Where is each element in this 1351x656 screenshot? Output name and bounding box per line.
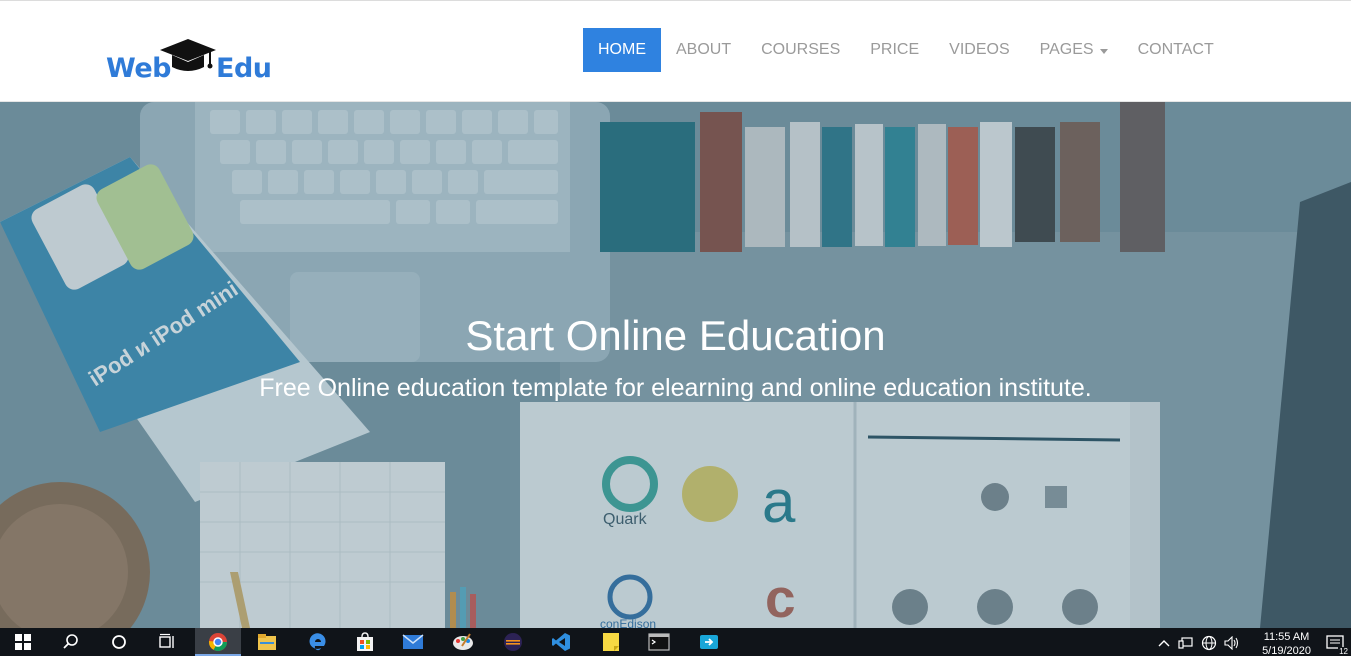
nav-pages-dropdown[interactable]: PAGES xyxy=(1025,28,1123,72)
nav-contact[interactable]: CONTACT xyxy=(1123,28,1229,72)
mail-icon[interactable] xyxy=(390,628,436,656)
globe-network-icon[interactable] xyxy=(1200,634,1218,652)
nav-courses[interactable]: COURSES xyxy=(746,28,855,72)
clock-time: 11:55 AM xyxy=(1263,631,1310,643)
chevron-down-icon xyxy=(1099,48,1108,54)
task-view-icon[interactable] xyxy=(144,628,190,656)
hero-title: Start Online Education xyxy=(465,312,886,359)
chevron-up-icon[interactable] xyxy=(1155,634,1173,652)
search-icon[interactable] xyxy=(48,628,94,656)
nav-price[interactable]: PRICE xyxy=(855,28,934,72)
edge-icon[interactable] xyxy=(294,628,340,656)
notification-center-icon[interactable]: 12 xyxy=(1325,634,1349,656)
eclipse-icon[interactable] xyxy=(490,628,536,656)
clock-date: 5/19/2020 xyxy=(1262,645,1311,656)
chrome-icon[interactable] xyxy=(195,628,241,656)
app-icon[interactable] xyxy=(686,628,732,656)
taskbar-clock[interactable]: 11:55 AM 5/19/2020 xyxy=(1262,630,1311,656)
vscode-icon[interactable] xyxy=(538,628,584,656)
site-header: Web Edu HOME ABOUT COURSES PRICE VIDEOS … xyxy=(0,0,1351,102)
nav-about[interactable]: ABOUT xyxy=(661,28,746,72)
graduation-cap-icon xyxy=(160,39,216,71)
logo-word-right: Edu xyxy=(216,53,272,84)
file-explorer-icon[interactable] xyxy=(244,628,290,656)
main-nav: HOME ABOUT COURSES PRICE VIDEOS PAGES CO… xyxy=(583,28,1229,72)
store-icon[interactable] xyxy=(342,628,388,656)
devices-icon[interactable] xyxy=(1177,634,1195,652)
hero-banner: iPod и iPod mini Quark a conEdison c Sta… xyxy=(0,102,1351,628)
paint-icon[interactable] xyxy=(440,628,486,656)
cortana-icon[interactable] xyxy=(96,628,142,656)
system-tray: 11:55 AM 5/19/2020 12 xyxy=(1151,628,1351,656)
terminal-icon[interactable] xyxy=(636,628,682,656)
windows-start-icon[interactable] xyxy=(0,628,46,656)
site-logo[interactable]: Web Edu xyxy=(104,35,274,87)
hero-overlay xyxy=(0,102,1351,628)
sticky-notes-icon[interactable] xyxy=(588,628,634,656)
hero-subtitle: Free Online education template for elear… xyxy=(259,374,1092,402)
volume-icon[interactable] xyxy=(1223,634,1241,652)
windows-taskbar: 11:55 AM 5/19/2020 12 xyxy=(0,628,1351,656)
notification-count-badge: 12 xyxy=(1338,647,1349,656)
nav-home[interactable]: HOME xyxy=(583,28,661,72)
nav-videos[interactable]: VIDEOS xyxy=(934,28,1024,72)
nav-pages-label: PAGES xyxy=(1039,41,1094,58)
